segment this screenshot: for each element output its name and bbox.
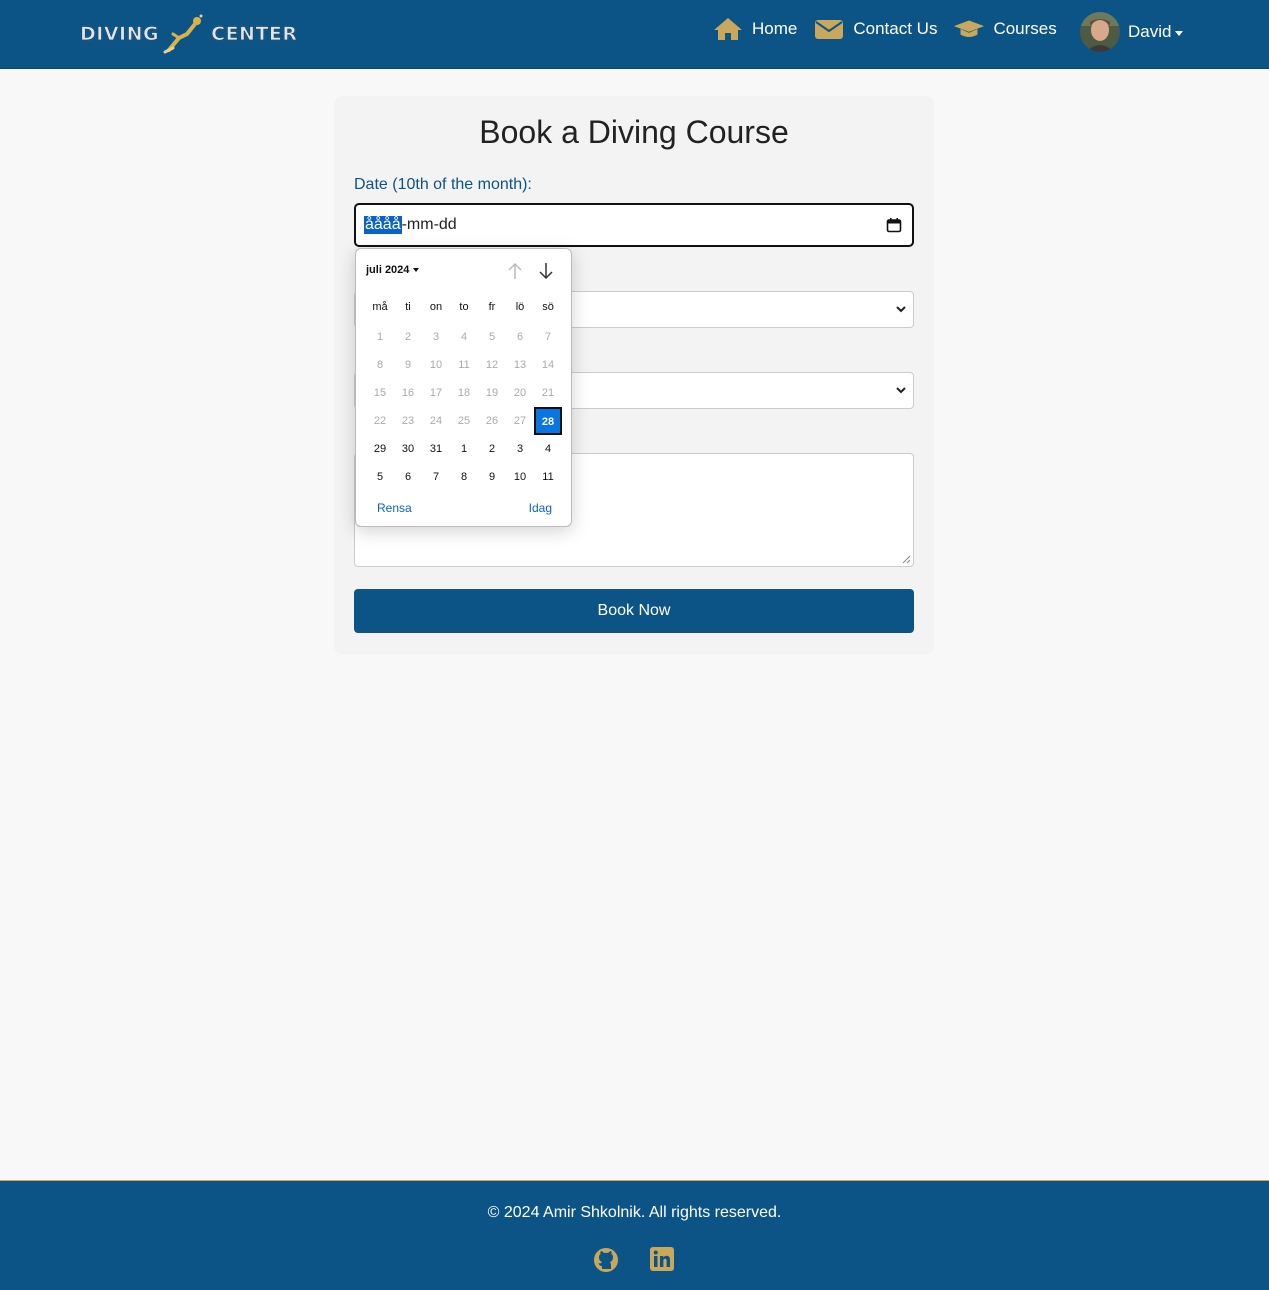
day-cell[interactable]: 3	[506, 435, 534, 463]
day-cell: 26	[485, 415, 499, 427]
weekday-header: må ti on to fr lö sö	[366, 301, 562, 313]
navbar: DIVING CENTER Home Contact Us Courses Da…	[0, 0, 1269, 69]
social-links	[593, 1247, 707, 1273]
nav-courses-label: Courses	[993, 19, 1057, 38]
day-cell: 24	[429, 415, 443, 427]
day-cell: 16	[401, 387, 415, 399]
nav-home-label: Home	[752, 19, 798, 38]
today-button[interactable]: Idag	[529, 501, 552, 515]
weekday-label: må	[372, 301, 388, 313]
home-icon	[712, 14, 744, 44]
nav-home-link[interactable]: Home	[712, 14, 797, 44]
weekday-label: on	[429, 301, 443, 313]
month-year-select[interactable]: juli 2024	[366, 264, 420, 276]
avatar	[1080, 12, 1120, 52]
day-cell: 21	[541, 387, 555, 399]
day-cell: 18	[457, 387, 471, 399]
date-year-segment[interactable]: åååå	[364, 216, 402, 234]
day-cell: 25	[457, 415, 471, 427]
day-cell: 12	[485, 359, 499, 371]
graduation-cap-icon	[953, 14, 985, 44]
logo[interactable]: DIVING CENTER	[80, 12, 298, 56]
day-cell: 8	[376, 359, 384, 371]
day-cell[interactable]: 8	[450, 463, 478, 491]
date-picker-popup: juli 2024 må ti on to fr lö sö 1 2 3 4 5 6 7 8 9 10 11 12…	[355, 248, 572, 527]
date-rest-segment[interactable]: -mm-dd	[402, 216, 457, 234]
chevron-down-icon	[1175, 30, 1184, 36]
day-cell: 23	[401, 415, 415, 427]
nav-links: Home Contact Us Courses	[712, 14, 1073, 44]
day-cell: 13	[513, 359, 527, 371]
nav-courses-link[interactable]: Courses	[953, 14, 1057, 44]
copyright-text: © 2024 Amir Shkolnik. All rights reserve…	[487, 1204, 782, 1221]
user-name: David	[1128, 22, 1172, 41]
logo-text-right: CENTER	[211, 23, 298, 46]
day-cell: 11	[458, 359, 470, 371]
day-cell: 7	[544, 331, 552, 343]
footer: © 2024 Amir Shkolnik. All rights reserve…	[0, 1180, 1269, 1290]
day-cell[interactable]: 31	[422, 435, 450, 463]
date-input[interactable]: åååå -mm-dd	[354, 203, 914, 247]
logo-text-left: DIVING	[80, 23, 160, 46]
page-title: Book a Diving Course	[479, 114, 789, 150]
day-cell[interactable]: 10	[506, 463, 534, 491]
weekday-label: fr	[488, 301, 496, 313]
day-cell: 2	[404, 331, 412, 343]
diver-icon	[163, 14, 203, 54]
day-cell[interactable]: 11	[534, 463, 562, 491]
user-menu[interactable]: David	[1080, 12, 1184, 52]
day-cell[interactable]: 30	[394, 435, 422, 463]
chevron-down-icon	[896, 387, 906, 394]
day-cell: 4	[460, 331, 468, 343]
weekday-label: sö	[542, 301, 554, 313]
day-cell: 15	[373, 387, 387, 399]
date-label: Date (10th of the month):	[354, 176, 532, 193]
day-cell: 3	[432, 331, 440, 343]
day-cell: 27	[513, 415, 527, 427]
day-cell[interactable]: 7	[422, 463, 450, 491]
day-cell[interactable]: 2	[478, 435, 506, 463]
envelope-icon	[813, 14, 845, 44]
day-cell[interactable]: 1	[450, 435, 478, 463]
next-month-arrow-icon[interactable]	[538, 262, 554, 280]
github-icon[interactable]	[593, 1247, 619, 1273]
clear-button[interactable]: Rensa	[377, 501, 412, 515]
day-cell: 22	[373, 415, 387, 427]
day-cell[interactable]: 5	[366, 463, 394, 491]
previous-month-arrow-icon[interactable]	[507, 262, 523, 280]
day-cell: 6	[516, 331, 524, 343]
day-grid: 1 2 3 4 5 6 7 8 9 10 11 12 13 14 15 16 17 18 19 20 21 22 23 24 2…	[366, 323, 562, 491]
nav-contact-label: Contact Us	[853, 19, 938, 38]
resize-handle-icon[interactable]	[902, 555, 911, 564]
weekday-label: ti	[405, 301, 411, 313]
weekday-label: to	[459, 301, 469, 313]
caret-down-icon	[413, 268, 420, 272]
book-now-button[interactable]: Book Now	[354, 589, 914, 633]
nav-contact-link[interactable]: Contact Us	[813, 14, 937, 44]
day-cell: 20	[513, 387, 527, 399]
day-cell: 1	[376, 331, 384, 343]
day-cell[interactable]: 4	[534, 435, 562, 463]
day-cell: 19	[485, 387, 499, 399]
day-cell: 14	[541, 359, 555, 371]
day-cell: 17	[429, 387, 443, 399]
day-cell: 5	[488, 331, 496, 343]
calendar-icon[interactable]	[886, 217, 902, 233]
day-cell[interactable]: 29	[366, 435, 394, 463]
day-cell-selected[interactable]: 28	[534, 407, 562, 435]
day-cell[interactable]: 9	[478, 463, 506, 491]
day-cell: 9	[404, 359, 412, 371]
weekday-label: lö	[515, 301, 525, 313]
month-year-label: juli 2024	[366, 264, 410, 276]
chevron-down-icon	[896, 306, 906, 313]
linkedin-icon[interactable]	[650, 1247, 676, 1273]
day-cell[interactable]: 6	[394, 463, 422, 491]
day-cell: 10	[429, 359, 443, 371]
